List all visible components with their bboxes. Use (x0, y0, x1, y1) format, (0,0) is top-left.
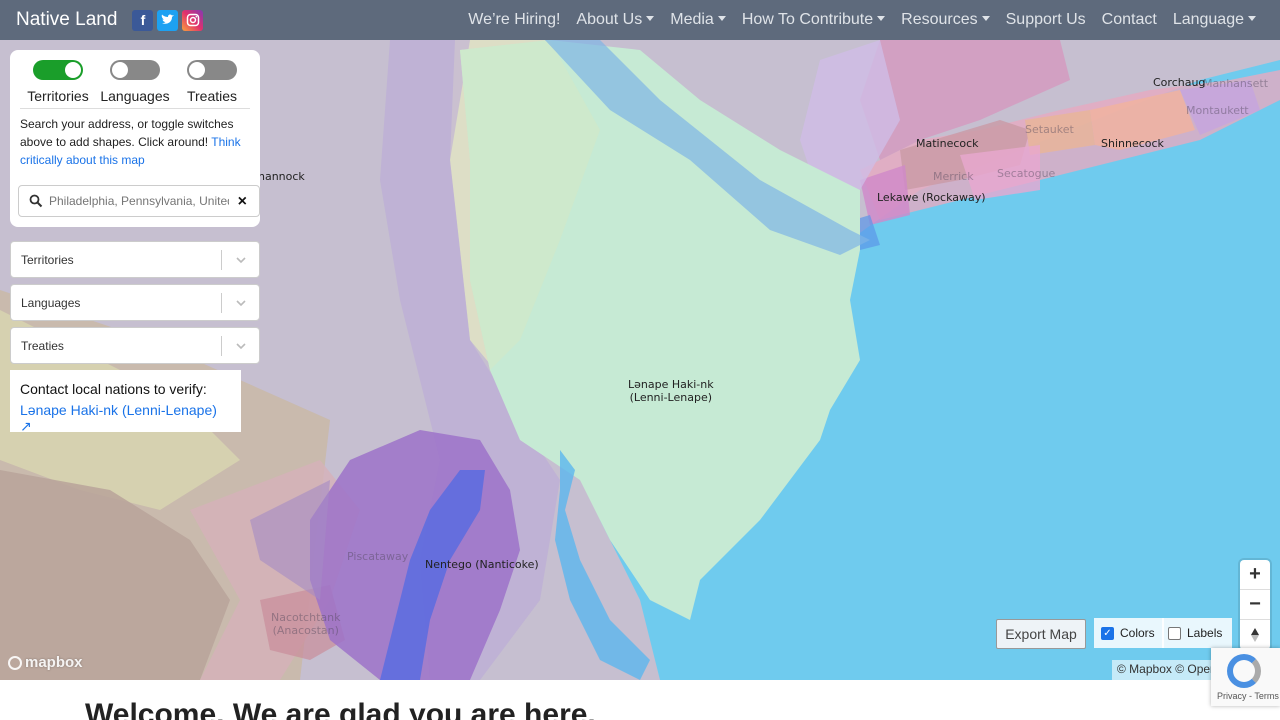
colors-checkbox[interactable]: ✓ (1101, 626, 1114, 640)
toggle-treaties[interactable]: Treaties (176, 60, 248, 104)
address-search[interactable]: × (18, 185, 260, 217)
welcome-heading: Welcome. We are glad you are here. (85, 698, 596, 720)
nav-link-about-us[interactable]: About Us (576, 11, 655, 29)
toggle-label: Treaties (186, 88, 238, 104)
nav-link-how-to-contribute[interactable]: How To Contribute (742, 11, 886, 29)
instagram-icon[interactable] (182, 9, 204, 31)
search-panel: Territories Languages Treaties Search yo… (10, 50, 260, 227)
map-label-setauket[interactable]: Setauket (1025, 123, 1074, 136)
search-input[interactable] (49, 194, 229, 208)
map-label-montaukett[interactable]: Montaukett (1186, 104, 1249, 117)
nav-link-language[interactable]: Language (1173, 11, 1256, 29)
help-text: Search your address, or toggle switches … (20, 117, 241, 167)
toggle-languages[interactable]: Languages (99, 60, 171, 104)
recaptcha-badge[interactable]: Privacy - Terms (1211, 648, 1280, 706)
treaties-select[interactable]: Treaties (10, 327, 260, 364)
brand-logo[interactable]: Native Land (16, 9, 117, 31)
labels-checkbox[interactable] (1168, 626, 1181, 640)
layer-toggles: Territories Languages Treaties (10, 50, 260, 104)
toggle-territories[interactable]: Territories (22, 60, 94, 104)
treaties-switch[interactable] (187, 60, 237, 80)
map-label-merrick[interactable]: Merrick (933, 170, 974, 183)
nav-link-contact[interactable]: Contact (1102, 11, 1157, 29)
chevron-down-icon (1248, 16, 1256, 21)
zoom-out-button[interactable]: − (1240, 590, 1270, 620)
nav-links: We’re Hiring! About Us Media How To Cont… (452, 0, 1256, 40)
nav-link-hiring[interactable]: We’re Hiring! (468, 11, 560, 29)
toggle-label: Territories (27, 88, 89, 104)
search-icon (29, 194, 43, 208)
map-label-nacotchtank[interactable]: Nacotchtank (Anacostan) (271, 611, 340, 637)
mapbox-icon (8, 655, 22, 670)
chevron-down-icon (646, 16, 655, 21)
languages-select[interactable]: Languages (10, 284, 260, 321)
contact-nations-box: Contact local nations to verify: Lənape … (10, 370, 241, 435)
chevron-down-icon (877, 16, 886, 21)
map-label-manhansett[interactable]: Manhansett (1203, 77, 1268, 90)
nav-link-resources[interactable]: Resources (901, 11, 990, 29)
contact-title: Contact local nations to verify: (20, 381, 207, 397)
nav-link-media[interactable]: Media (670, 11, 726, 29)
compass-button[interactable] (1240, 620, 1270, 650)
facebook-icon[interactable]: f (132, 9, 154, 31)
social-links: f (132, 9, 204, 31)
chevron-down-icon (981, 16, 990, 21)
territories-select[interactable]: Territories (10, 241, 260, 278)
toggle-label: Languages (100, 88, 170, 104)
labels-toggle[interactable]: Labels (1162, 618, 1232, 648)
zoom-in-button[interactable]: + (1240, 560, 1270, 590)
map-label-corchaug[interactable]: Corchaug (1153, 76, 1205, 89)
map-label-nentego[interactable]: Nentego (Nanticoke) (425, 558, 539, 571)
mapbox-logo[interactable]: mapbox (8, 654, 83, 671)
chevron-down-icon (236, 343, 246, 350)
compass-icon (1251, 628, 1259, 642)
chevron-down-icon (717, 16, 726, 21)
chevron-down-icon (236, 300, 246, 307)
twitter-icon[interactable] (157, 9, 179, 31)
zoom-controls: + − (1240, 560, 1270, 650)
export-map-button[interactable]: Export Map (996, 619, 1086, 649)
map-label-shinnecock[interactable]: Shinnecock (1101, 137, 1164, 150)
map-label-lekawe[interactable]: Lekawe (Rockaway) (877, 191, 986, 204)
map-label-matinecock[interactable]: Matinecock (916, 137, 979, 150)
territories-switch[interactable] (33, 60, 83, 80)
clear-search-button[interactable]: × (238, 193, 247, 211)
languages-switch[interactable] (110, 60, 160, 80)
nav-link-support-us[interactable]: Support Us (1006, 11, 1086, 29)
recaptcha-icon (1227, 654, 1261, 688)
chevron-down-icon (236, 257, 246, 264)
map-label-piscataway[interactable]: Piscataway (347, 550, 408, 563)
colors-toggle[interactable]: ✓ Colors (1094, 618, 1164, 648)
map-label-lenape[interactable]: Lənape Haki-nk (Lenni-Lenape) (628, 378, 714, 404)
top-navbar: Native Land f We’re Hiring! About Us Med… (0, 0, 1280, 40)
nation-link-lenape[interactable]: Lənape Haki-nk (Lenni-Lenape) ↗ (20, 402, 231, 435)
map-label-secatogue[interactable]: Secatogue (997, 167, 1055, 180)
map-label-nannock[interactable]: nannock (258, 170, 305, 183)
